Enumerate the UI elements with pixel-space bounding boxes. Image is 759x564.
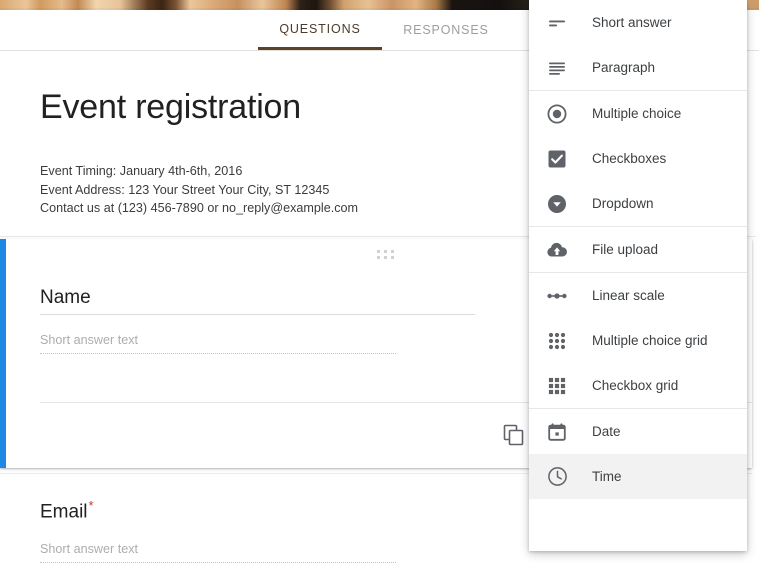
- menu-item-dropdown[interactable]: Dropdown: [529, 181, 747, 226]
- selected-question-accent-bar: [0, 239, 6, 468]
- short-answer-underline-email: [40, 562, 396, 563]
- form-editor-page: QUESTIONS RESPONSES Event registration E…: [0, 0, 759, 564]
- tab-responses[interactable]: RESPONSES: [383, 10, 509, 50]
- menu-item-checkbox-grid[interactable]: Checkbox grid: [529, 363, 747, 408]
- short-answer-icon: [545, 11, 569, 35]
- duplicate-icon[interactable]: [503, 424, 525, 446]
- menu-item-short-answer-label: Short answer: [592, 14, 672, 30]
- menu-group-datetime: Date Time: [529, 408, 747, 499]
- menu-group-scale-grid: Linear scale Multiple choice grid Checkb…: [529, 272, 747, 408]
- cloud-upload-icon: [545, 238, 569, 262]
- menu-item-date[interactable]: Date: [529, 409, 747, 454]
- menu-item-checkbox-grid-label: Checkbox grid: [592, 377, 679, 393]
- clock-icon: [545, 465, 569, 489]
- question-title-underline: [40, 314, 475, 315]
- menu-item-time[interactable]: Time: [529, 454, 747, 499]
- question-title-email[interactable]: Email*: [40, 493, 94, 525]
- dropdown-circle-icon: [545, 192, 569, 216]
- question-title-email-text: Email: [40, 501, 88, 523]
- question-title-name[interactable]: Name: [40, 285, 91, 311]
- menu-item-multiple-choice-grid[interactable]: Multiple choice grid: [529, 318, 747, 363]
- radio-button-icon: [545, 102, 569, 126]
- drag-handle-icon[interactable]: [377, 250, 397, 261]
- menu-item-paragraph-label: Paragraph: [592, 59, 656, 75]
- short-answer-underline: [40, 353, 396, 354]
- paragraph-icon: [545, 56, 569, 80]
- tab-list: QUESTIONS RESPONSES: [258, 10, 509, 50]
- tab-questions[interactable]: QUESTIONS: [258, 10, 382, 50]
- required-asterisk: *: [88, 498, 94, 513]
- short-answer-placeholder: Short answer text: [40, 333, 138, 347]
- menu-item-file-upload[interactable]: File upload: [529, 227, 747, 272]
- menu-item-paragraph[interactable]: Paragraph: [529, 45, 747, 90]
- menu-item-multiple-choice-label: Multiple choice: [592, 105, 682, 121]
- form-description-line-3: Contact us at (123) 456-7890 or no_reply…: [40, 201, 359, 215]
- menu-item-time-label: Time: [592, 468, 622, 484]
- form-description-line-2: Event Address: 123 Your Street Your City…: [40, 182, 330, 197]
- tab-responses-label: RESPONSES: [403, 23, 489, 37]
- menu-group-text: Short answer Paragraph: [529, 0, 747, 90]
- radio-grid-icon: [545, 329, 569, 353]
- menu-item-checkboxes[interactable]: Checkboxes: [529, 136, 747, 181]
- menu-item-multiple-choice[interactable]: Multiple choice: [529, 91, 747, 136]
- menu-group-choice: Multiple choice Checkboxes Dropdown: [529, 90, 747, 226]
- form-description: Event Timing: January 4th-6th, 2016 Even…: [40, 162, 358, 218]
- menu-item-dropdown-label: Dropdown: [592, 195, 654, 211]
- menu-item-linear-scale-label: Linear scale: [592, 287, 665, 303]
- menu-item-file-upload-label: File upload: [592, 241, 659, 257]
- menu-item-multiple-choice-grid-label: Multiple choice grid: [592, 332, 708, 348]
- menu-item-date-label: Date: [592, 423, 621, 439]
- calendar-icon: [545, 420, 569, 444]
- checkbox-grid-icon: [545, 374, 569, 398]
- menu-item-linear-scale[interactable]: Linear scale: [529, 273, 747, 318]
- question-type-menu[interactable]: Short answer Paragraph Multiple choice C…: [529, 0, 747, 551]
- short-answer-placeholder-email: Short answer text: [40, 542, 138, 556]
- menu-item-short-answer[interactable]: Short answer: [529, 0, 747, 45]
- form-description-line-1: Event Timing: January 4th-6th, 2016: [40, 164, 243, 178]
- menu-item-checkboxes-label: Checkboxes: [592, 150, 667, 166]
- page-title: Event registration: [40, 88, 301, 126]
- menu-group-upload: File upload: [529, 226, 747, 272]
- checkbox-icon: [545, 147, 569, 171]
- tab-questions-label: QUESTIONS: [279, 21, 361, 36]
- linear-scale-icon: [545, 284, 569, 308]
